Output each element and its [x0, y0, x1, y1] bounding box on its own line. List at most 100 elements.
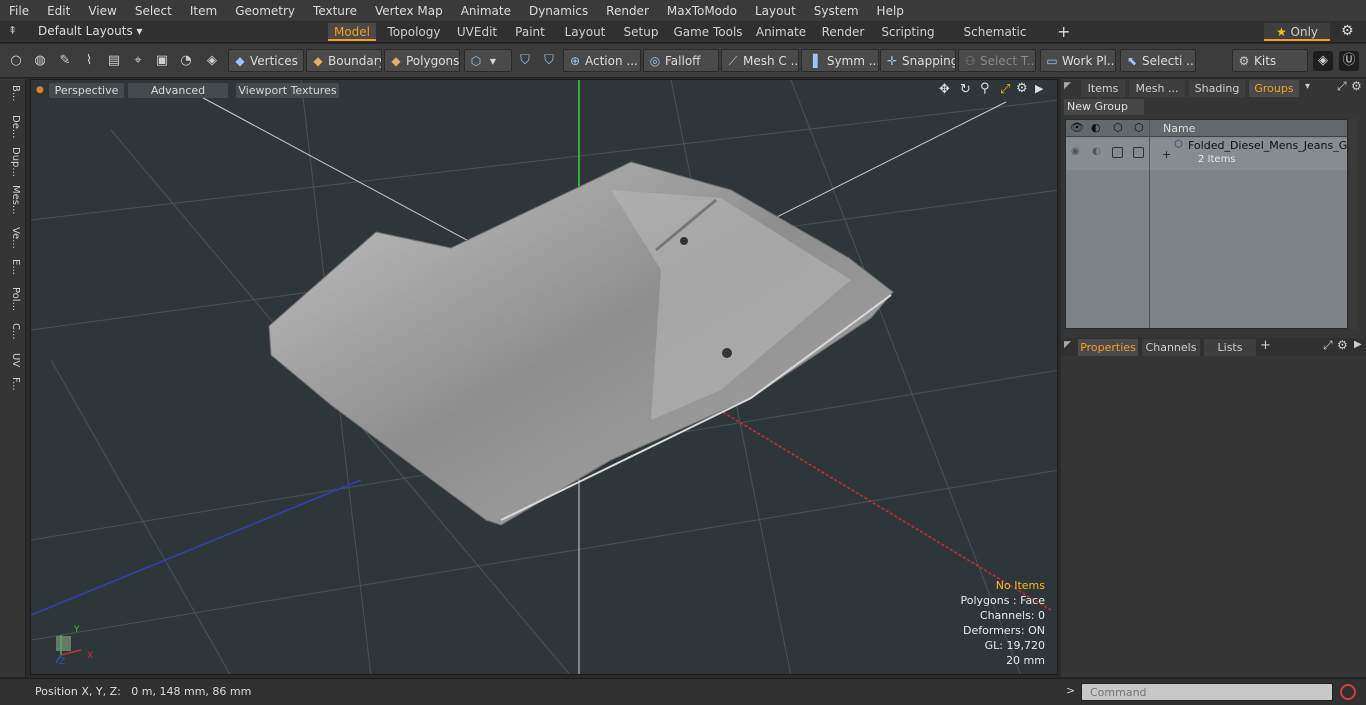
menu-dynamics[interactable]: Dynamics — [520, 4, 597, 18]
tab-game-tools[interactable]: Game Tools — [670, 23, 746, 41]
action-center-button[interactable]: ⊕ Action ... — [563, 49, 641, 72]
only-toggle[interactable]: ★ Only — [1264, 23, 1330, 41]
shield-alt-icon[interactable]: ⛉ — [539, 51, 559, 71]
menu-file[interactable]: File — [0, 4, 38, 18]
panel-settings-icon[interactable]: ⚙ — [1351, 79, 1362, 93]
3d-viewport[interactable]: Y X Z ● Perspective Advanced Viewport Te… — [30, 79, 1058, 675]
layout-arrow-icon[interactable]: ⇞ — [8, 24, 17, 37]
record-icon[interactable] — [1340, 684, 1356, 700]
properties-arrow-icon[interactable]: ▶ — [1354, 339, 1362, 350]
menu-layout[interactable]: Layout — [746, 4, 805, 18]
menu-render[interactable]: Render — [597, 4, 658, 18]
work-plane-button[interactable]: ▭ Work Pl... — [1040, 49, 1116, 72]
strip-tab-fusion[interactable]: F... — [5, 377, 21, 391]
jeans-mesh[interactable] — [268, 161, 894, 526]
tab-uvedit[interactable]: UVEdit — [452, 23, 502, 41]
viewport-menu-dot-icon[interactable]: ● — [36, 85, 44, 95]
tab-mesh[interactable]: Mesh ... — [1129, 80, 1185, 97]
strip-tab-duplicate[interactable]: Dup... — [5, 147, 21, 177]
tab-shading[interactable]: Shading — [1189, 80, 1245, 97]
strip-tab-mesh-edit[interactable]: Mes... — [5, 185, 21, 215]
row-lock-checkbox[interactable] — [1112, 147, 1123, 158]
tab-topology[interactable]: Topology — [383, 23, 445, 41]
viewport-textures-button[interactable]: Viewport Textures — [236, 83, 339, 98]
default-layouts-dropdown[interactable]: Default Layouts ▾ — [38, 24, 143, 38]
panel-expand-icon[interactable]: ⤢ — [1337, 79, 1347, 94]
add-panel-tab-icon[interactable]: + — [1260, 338, 1271, 353]
snapping-button[interactable]: ✛ Snapping — [880, 49, 956, 72]
tab-render[interactable]: Render — [816, 23, 870, 41]
pan-icon[interactable]: ✥ — [939, 82, 950, 97]
new-group-button[interactable]: New Group — [1064, 99, 1144, 115]
menu-system[interactable]: System — [805, 4, 868, 18]
menu-maxtomodo[interactable]: MaxToModo — [658, 4, 746, 18]
groups-scrollbar[interactable] — [1349, 119, 1357, 329]
globe-icon[interactable]: ◍ — [30, 51, 50, 71]
unity-icon[interactable]: ◈ — [1313, 51, 1333, 71]
tab-setup[interactable]: Setup — [619, 23, 663, 41]
add-tab-icon[interactable]: + — [1057, 22, 1070, 41]
vertices-button[interactable]: ◆ Vertices — [228, 49, 304, 72]
perspective-button[interactable]: Perspective — [49, 83, 124, 98]
advanced-button[interactable]: Advanced — [128, 83, 228, 98]
strip-tab-edge[interactable]: E... — [5, 259, 21, 275]
group-name[interactable]: Folded_Diesel_Mens_Jeans_G... — [1188, 139, 1358, 152]
square-target-icon[interactable]: ▣ — [152, 51, 172, 71]
tab-layout[interactable]: Layout — [558, 23, 612, 41]
cube-icon[interactable]: ◈ — [202, 51, 222, 71]
strip-tab-basic[interactable]: B... — [5, 85, 21, 101]
menu-animate[interactable]: Animate — [452, 4, 520, 18]
rotate-icon[interactable]: ↻ — [960, 82, 971, 97]
group-row[interactable]: ◉ ◐ + ⬡ Folded_Diesel_Mens_Jeans_G... 2 … — [1066, 138, 1358, 170]
item-mode-dropdown[interactable]: ⬡ ▾ — [464, 49, 512, 72]
viewport-expand-icon[interactable]: ▶ — [1035, 82, 1043, 95]
gear-icon[interactable]: ⚙ — [1341, 23, 1354, 39]
menu-edit[interactable]: Edit — [38, 4, 79, 18]
pen-icon[interactable]: ✎ — [55, 51, 75, 71]
command-input[interactable] — [1081, 683, 1333, 701]
falloff-button[interactable]: ◎ Falloff — [643, 49, 719, 72]
properties-expand-icon[interactable]: ⤢ — [1323, 338, 1333, 353]
tab-schematic-fusion[interactable]: Schematic Fusion — [946, 23, 1044, 57]
selection-sets-button[interactable]: ⬉ Selecti ... — [1120, 49, 1196, 72]
select-through-button[interactable]: ⚇ Select T... — [958, 49, 1036, 72]
tab-groups[interactable]: Groups — [1249, 80, 1299, 97]
strip-tab-deform[interactable]: De... — [5, 115, 21, 138]
tab-items[interactable]: Items — [1081, 80, 1125, 97]
panel-menu-dot-icon[interactable]: ◤ — [1064, 81, 1071, 91]
brush-icon[interactable]: ⌇ — [79, 51, 99, 71]
tab-channels[interactable]: Channels — [1142, 339, 1200, 356]
tab-paint[interactable]: Paint — [509, 23, 551, 41]
circle-select-icon[interactable]: ○ — [6, 51, 26, 71]
pie-icon[interactable]: ◔ — [176, 51, 196, 71]
viewport-settings-icon[interactable]: ⚙ — [1016, 81, 1028, 96]
unreal-icon[interactable]: Ⓤ — [1339, 51, 1359, 71]
boundary-button[interactable]: ◆ Boundary — [306, 49, 382, 72]
mesh-constraints-button[interactable]: ⟋ Mesh C ... — [721, 49, 799, 72]
row-visibility-icon[interactable]: ◉ — [1071, 146, 1080, 157]
menu-geometry[interactable]: Geometry — [226, 4, 304, 18]
row-select-checkbox[interactable] — [1133, 147, 1144, 158]
strip-tab-vertex[interactable]: Ve... — [5, 227, 21, 249]
maximize-icon[interactable]: ⤢ — [1000, 82, 1010, 97]
menu-select[interactable]: Select — [126, 4, 181, 18]
tab-properties[interactable]: Properties — [1078, 339, 1138, 356]
properties-settings-icon[interactable]: ⚙ — [1337, 338, 1348, 352]
menu-vertex-map[interactable]: Vertex Map — [366, 4, 452, 18]
crosshair-icon[interactable]: ⌖ — [128, 51, 148, 71]
tab-model[interactable]: Model — [328, 23, 376, 41]
expand-plus-icon[interactable]: + — [1162, 148, 1171, 161]
zoom-icon[interactable]: ⚲ — [980, 81, 990, 96]
shield-icon[interactable]: ⛉ — [515, 51, 535, 71]
polygons-button[interactable]: ◆ Polygons — [384, 49, 460, 72]
menu-texture[interactable]: Texture — [304, 4, 366, 18]
menu-view[interactable]: View — [79, 4, 125, 18]
symmetry-button[interactable]: ▐ Symm ... — [801, 49, 879, 72]
tab-animate[interactable]: Animate — [753, 23, 809, 41]
strip-tab-polygon[interactable]: Pol... — [5, 287, 21, 311]
menu-help[interactable]: Help — [868, 4, 913, 18]
properties-menu-dot-icon[interactable]: ◤ — [1064, 340, 1071, 350]
align-icon[interactable]: ▤ — [104, 51, 124, 71]
row-render-icon[interactable]: ◐ — [1092, 146, 1101, 157]
tab-dropdown-icon[interactable]: ▾ — [1305, 81, 1310, 92]
